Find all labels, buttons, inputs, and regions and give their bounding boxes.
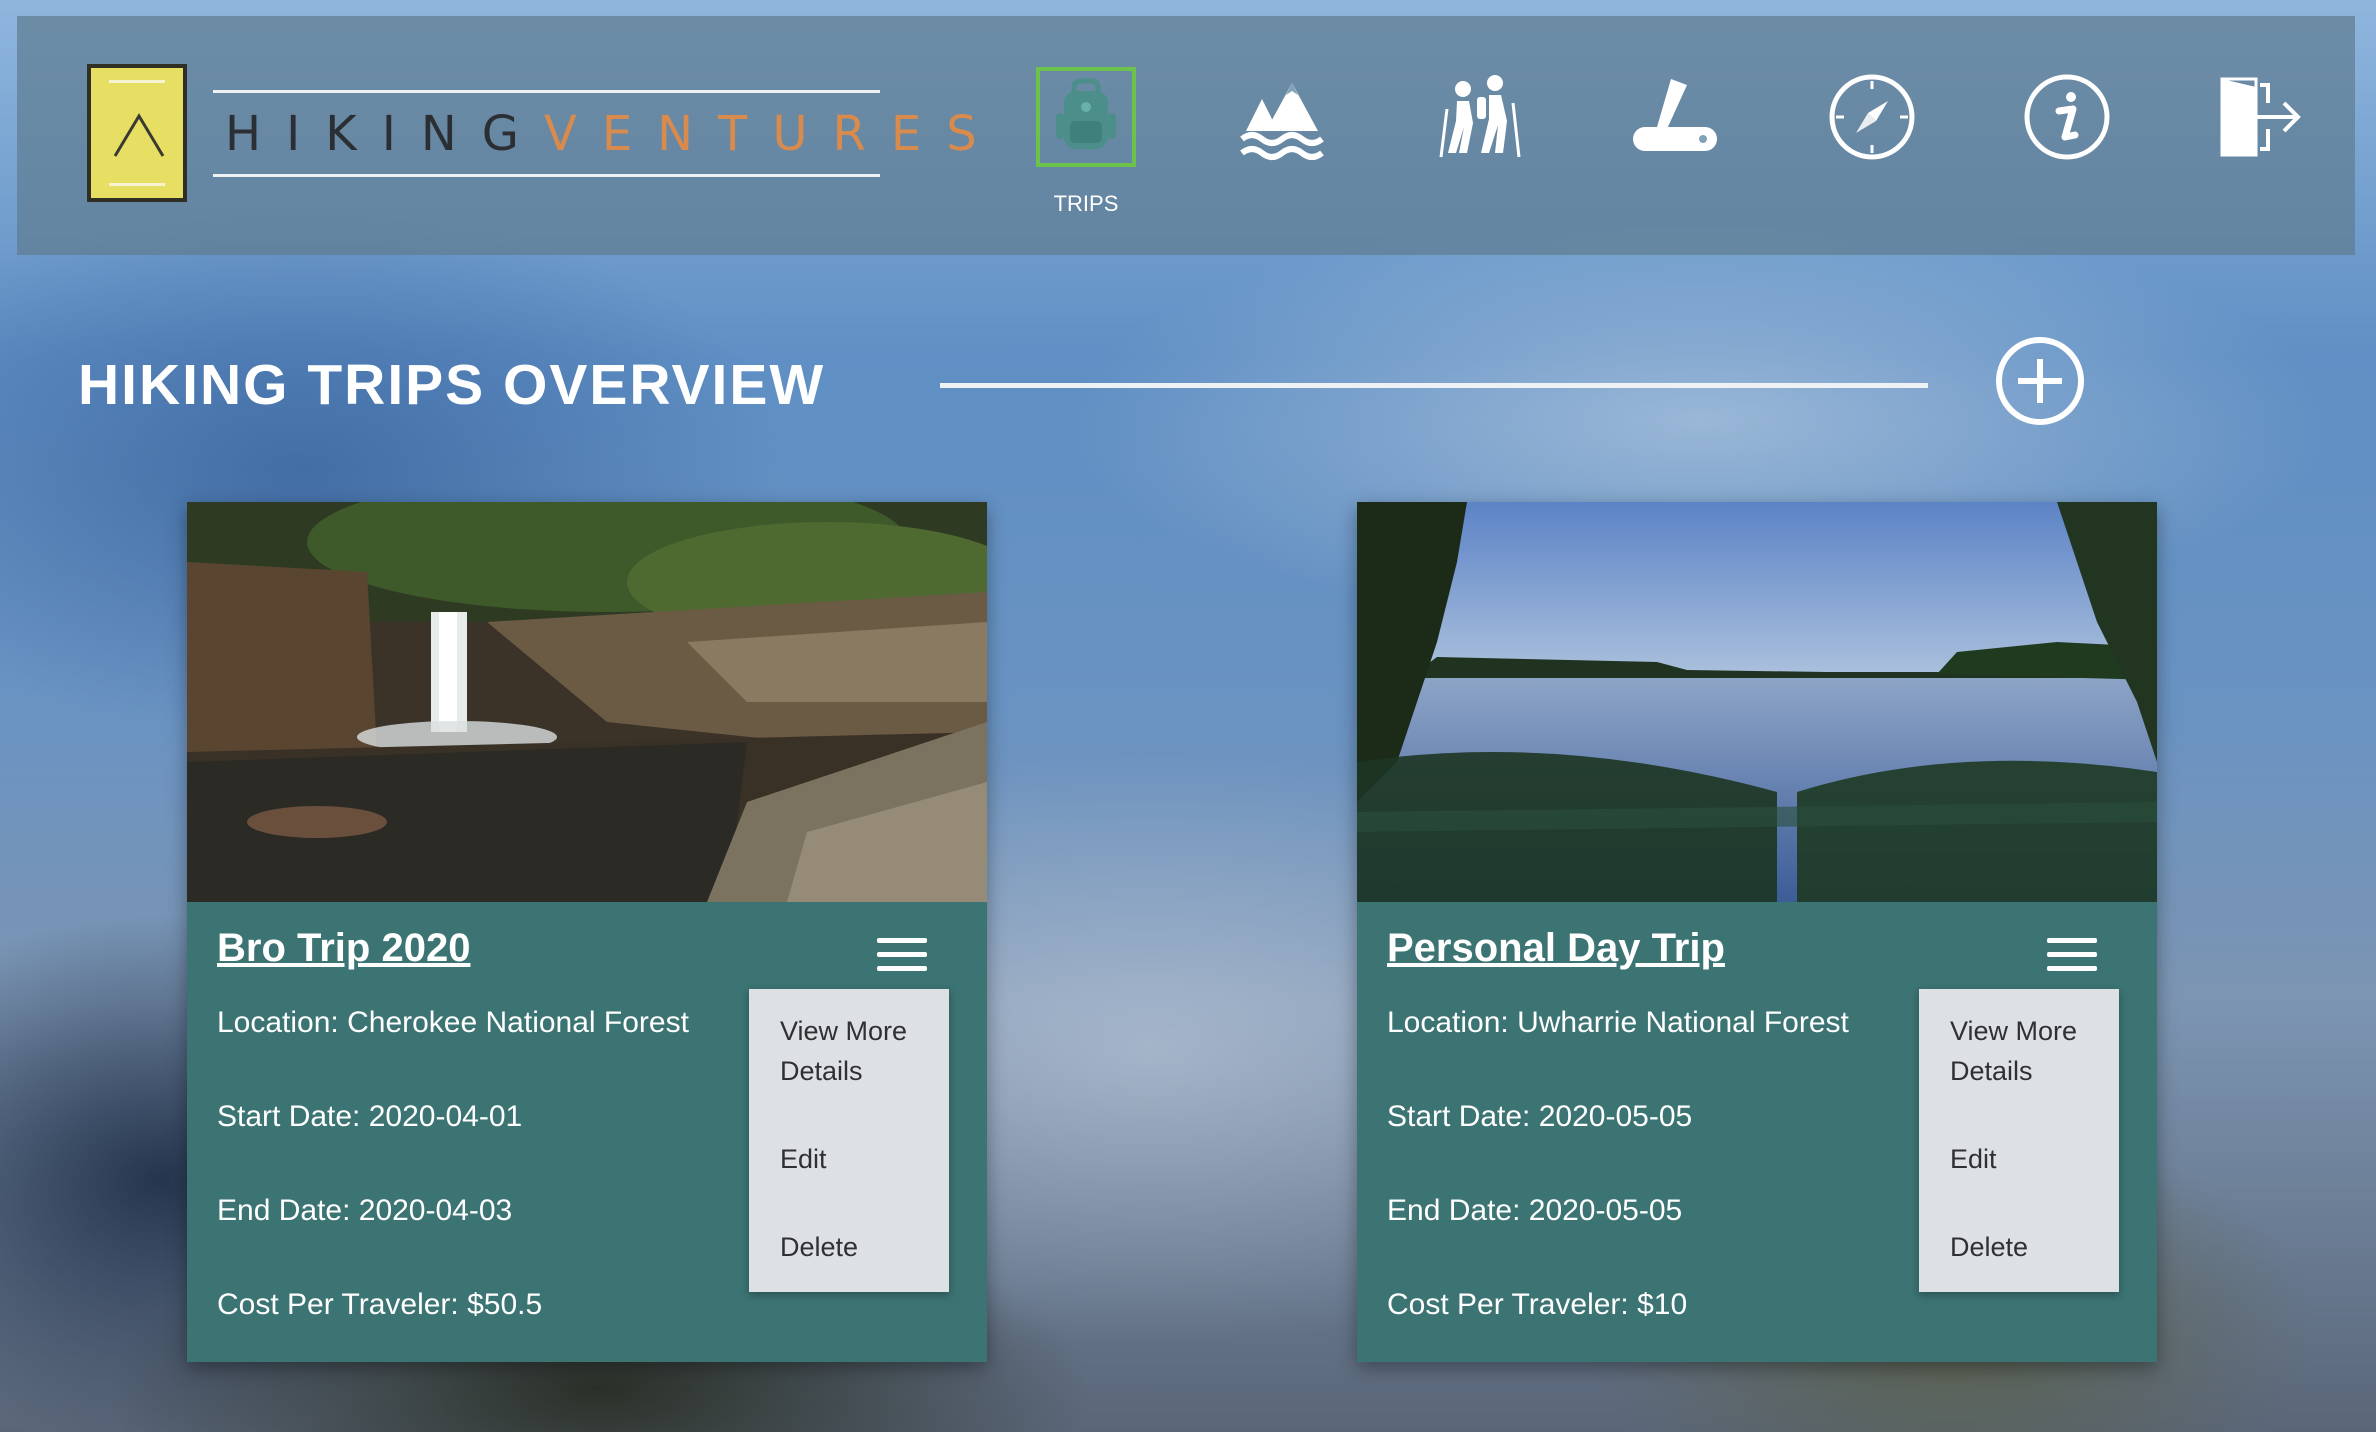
mountain-lake-icon[interactable] bbox=[1234, 67, 1334, 167]
logout-icon[interactable] bbox=[2210, 67, 2310, 167]
page-title: HIKING TRIPS OVERVIEW bbox=[78, 353, 826, 417]
trip-photo-waterfall bbox=[187, 502, 987, 902]
brand-part-hiking: HIKING bbox=[225, 106, 544, 162]
trip-card-body: Personal Day Trip Location: Uwharrie Nat… bbox=[1357, 902, 2157, 1362]
pocket-knife-icon[interactable] bbox=[1625, 67, 1725, 167]
nav-label-trips[interactable]: TRIPS bbox=[1036, 191, 1136, 217]
trip-end-date: End Date: 2020-05-05 bbox=[1387, 1194, 1683, 1227]
trip-photo-lake bbox=[1357, 502, 2157, 902]
compass-icon[interactable] bbox=[1822, 67, 1922, 167]
trip-cost: Cost Per Traveler: $50.5 bbox=[217, 1288, 543, 1321]
logo-line bbox=[109, 183, 165, 186]
brand-part-ventures: VENTURES bbox=[543, 106, 1002, 162]
hikers-icon[interactable] bbox=[1429, 67, 1529, 167]
hamburger-menu-icon[interactable] bbox=[2047, 938, 2097, 972]
trip-card-body: Bro Trip 2020 Location: Cherokee Nationa… bbox=[187, 902, 987, 1362]
backpack-icon[interactable] bbox=[1036, 67, 1136, 167]
brand-text: HIKINGVENTURES bbox=[225, 106, 1002, 162]
menu-item-edit[interactable]: Edit bbox=[1950, 1139, 1997, 1179]
menu-item-delete[interactable]: Delete bbox=[780, 1227, 858, 1267]
hamburger-menu-icon[interactable] bbox=[877, 938, 927, 972]
trip-title[interactable]: Bro Trip 2020 bbox=[217, 926, 470, 971]
top-navigation-bar: HIKINGVENTURES TRIPS bbox=[17, 16, 2355, 255]
menu-item-edit[interactable]: Edit bbox=[780, 1139, 827, 1179]
logo-peak-icon bbox=[113, 113, 165, 157]
trip-cost: Cost Per Traveler: $10 bbox=[1387, 1288, 1688, 1321]
trip-title[interactable]: Personal Day Trip bbox=[1387, 926, 1725, 971]
info-icon[interactable] bbox=[2017, 67, 2117, 167]
trip-start-date: Start Date: 2020-04-01 bbox=[217, 1100, 523, 1133]
trip-card: Bro Trip 2020 Location: Cherokee Nationa… bbox=[187, 502, 987, 1362]
menu-item-view-details[interactable]: View More Details bbox=[1950, 1011, 2100, 1091]
trip-actions-menu: View More Details Edit Delete bbox=[1919, 989, 2119, 1292]
menu-item-delete[interactable]: Delete bbox=[1950, 1227, 2028, 1267]
brand-wordmark[interactable]: HIKINGVENTURES bbox=[213, 90, 977, 177]
logo-icon[interactable] bbox=[87, 64, 187, 202]
logo-line bbox=[109, 80, 165, 83]
trip-location: Location: Cherokee National Forest bbox=[217, 1006, 689, 1039]
title-divider bbox=[940, 383, 1928, 388]
trip-end-date: End Date: 2020-04-03 bbox=[217, 1194, 513, 1227]
add-trip-button[interactable] bbox=[1996, 337, 2084, 425]
trip-card: Personal Day Trip Location: Uwharrie Nat… bbox=[1357, 502, 2157, 1362]
trip-location: Location: Uwharrie National Forest bbox=[1387, 1006, 1849, 1039]
menu-item-view-details[interactable]: View More Details bbox=[780, 1011, 930, 1091]
trip-actions-menu: View More Details Edit Delete bbox=[749, 989, 949, 1292]
trip-start-date: Start Date: 2020-05-05 bbox=[1387, 1100, 1693, 1133]
